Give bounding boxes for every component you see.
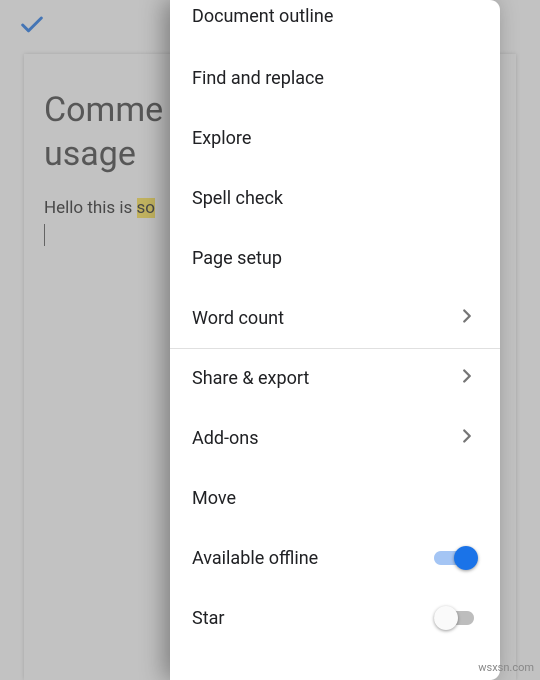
menu-item-page-setup[interactable]: Page setup <box>170 228 500 288</box>
menu-item-explore[interactable]: Explore <box>170 108 500 168</box>
chevron-right-icon <box>456 365 478 392</box>
menu-item-spell-check[interactable]: Spell check <box>170 168 500 228</box>
toggle-star[interactable] <box>434 606 478 630</box>
toggle-available-offline[interactable] <box>434 546 478 570</box>
menu-label: Page setup <box>192 248 282 269</box>
menu-label: Spell check <box>192 188 283 209</box>
menu-item-find-replace[interactable]: Find and replace <box>170 48 500 108</box>
menu-item-available-offline[interactable]: Available offline <box>170 528 500 588</box>
chevron-right-icon <box>456 425 478 452</box>
watermark: wsxsn.com <box>478 661 534 674</box>
menu-item-star[interactable]: Star <box>170 588 500 648</box>
menu-label: Document outline <box>192 6 333 27</box>
menu-label: Move <box>192 488 236 509</box>
toggle-knob <box>454 546 478 570</box>
menu-item-move[interactable]: Move <box>170 468 500 528</box>
menu-label: Explore <box>192 128 251 149</box>
menu-item-word-count[interactable]: Word count <box>170 288 500 348</box>
menu-item-add-ons[interactable]: Add-ons <box>170 408 500 468</box>
chevron-right-icon <box>456 305 478 332</box>
menu-label: Share & export <box>192 368 309 389</box>
menu-label: Word count <box>192 308 284 329</box>
menu-item-document-outline[interactable]: Document outline <box>170 0 500 48</box>
overflow-menu: Document outline Find and replace Explor… <box>170 0 500 680</box>
menu-label: Find and replace <box>192 68 324 89</box>
menu-label: Available offline <box>192 548 318 569</box>
menu-label: Star <box>192 608 224 629</box>
toggle-knob <box>434 606 458 630</box>
menu-label: Add-ons <box>192 428 259 449</box>
menu-item-share-export[interactable]: Share & export <box>170 348 500 408</box>
